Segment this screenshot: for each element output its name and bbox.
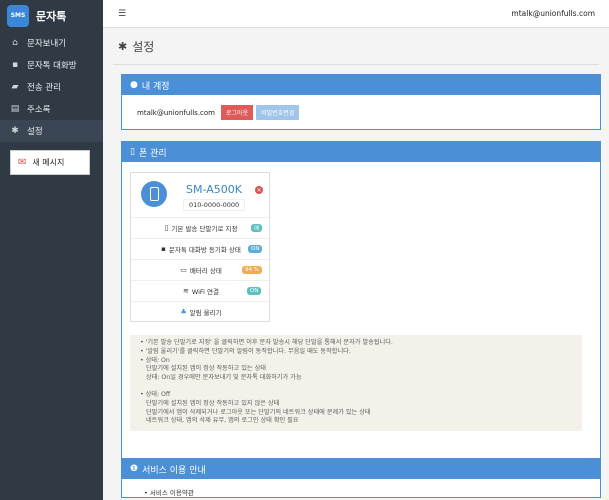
phone-notes: • '기본 발송 단말기로 지정' 을 클릭하면 이후 문자 발송시 해당 단말… <box>130 335 582 431</box>
sidebar-item-label: 전송 관리 <box>27 83 61 93</box>
gear-icon: ✱ <box>118 40 128 53</box>
account-row: mtalk@unionfulls.com 로그아웃 비밀번호변경 <box>122 95 600 120</box>
logout-button[interactable]: 로그아웃 <box>221 105 254 120</box>
sync-status-row: ▪ 문자톡 대화방 동기화 상태 ON <box>131 238 271 259</box>
sidebar-item-settings[interactable]: ✱ 설정 <box>0 120 103 142</box>
wifi-badge: ON <box>247 287 262 295</box>
menu-toggle-icon[interactable]: ☰ <box>118 9 126 19</box>
ring-alarm-label: 알림 울리기 <box>189 309 222 317</box>
chat-icon: ▪ <box>11 60 19 70</box>
note-line: 네트워크 상태, 앱의 삭제 유무, 앱의 로그인 상태 확인 필요 <box>146 417 299 425</box>
mobile-icon: ▯ <box>130 147 135 157</box>
set-default-label: 기본 발송 단말기로 지정 <box>171 225 238 233</box>
battery-row: ▭ 배터리 상태 94 % <box>131 259 271 280</box>
change-password-button[interactable]: 비밀번호변경 <box>256 105 300 120</box>
phone-card: SM-A500K ✕ 010-0000-0000 ▯ 기본 발송 단말기로 지정… <box>130 172 271 322</box>
home-icon: ⌂ <box>12 38 18 48</box>
sidebar: SMS 문자톡 ⌂ 문자보내기 ▪ 문자톡 대화방 ▰ 전송 관리 ▤ 주소록 … <box>0 0 103 500</box>
note-line: • '알림 울리기'를 클릭하면 단말기의 알림이 동작합니다. 무음일 때도 … <box>140 347 351 355</box>
page-title: ✱ 설정 <box>118 38 154 55</box>
note-line: 상태: On일 경우에만 문자보내기 및 문자톡 대화하기가 가능 <box>146 374 302 382</box>
ring-alarm-row[interactable]: ♣ 알림 울리기 <box>131 301 271 322</box>
set-default-row[interactable]: ▯ 기본 발송 단말기로 지정 예 <box>131 217 271 238</box>
note-line: 단말기에 설치된 앱이 정상 작동하고 있는 상태 <box>146 365 266 373</box>
new-message-label: 새 메시지 <box>32 157 65 167</box>
phone-panel-title: 폰 관리 <box>138 148 167 159</box>
sidebar-item-send[interactable]: ⌂ 문자보내기 <box>0 32 103 54</box>
user-icon: ● <box>130 80 138 90</box>
note-line: • 상태: Off <box>140 390 171 398</box>
logo-text: SMS <box>10 12 26 19</box>
battery-icon: ▭ <box>180 266 187 274</box>
sidebar-nav: ⌂ 문자보내기 ▪ 문자톡 대화방 ▰ 전송 관리 ▤ 주소록 ✱ 설정 <box>0 32 103 142</box>
bell-icon: ♣ <box>180 308 187 316</box>
folder-icon: ▰ <box>11 82 19 92</box>
phone-panel-header: ▯ 폰 관리 <box>122 142 600 162</box>
info-icon: ❶ <box>130 464 139 474</box>
sidebar-item-label: 문자톡 대화방 <box>27 61 77 71</box>
chat-icon: ▪ <box>161 245 166 253</box>
phone-device-icon <box>141 181 167 207</box>
sync-status-badge: ON <box>248 245 263 253</box>
service-panel-header: ❶ 서비스 이용 안내 <box>122 459 600 479</box>
phone-number: 010-0000-0000 <box>183 199 245 211</box>
address-book-icon: ▤ <box>10 104 20 114</box>
note-line: 단말기에 설치된 앱이 정상 작동하고 있지 않은 상태 <box>146 399 280 407</box>
default-status-badge: 예 <box>251 224 263 232</box>
wifi-icon: ≋ <box>182 287 189 295</box>
service-panel-title: 서비스 이용 안내 <box>142 465 206 476</box>
wifi-row: ≋ WiFi 연결 ON <box>131 280 271 301</box>
brand[interactable]: SMS 문자톡 <box>0 0 103 32</box>
account-panel-header: ● 내 계정 <box>122 75 600 95</box>
account-panel-title: 내 계정 <box>141 81 170 92</box>
battery-badge: 94 % <box>242 266 262 274</box>
service-panel: ❶ 서비스 이용 안내 • 서비스 이용약관 <box>121 458 601 498</box>
new-message-area: ✉ 새 메시지 <box>0 142 103 182</box>
sidebar-item-label: 문자보내기 <box>27 39 67 49</box>
phone-panel: ▯ 폰 관리 SM-A500K ✕ 010-0000-0000 ▯ 기본 발송 … <box>121 141 601 463</box>
gear-icon: ✱ <box>11 126 19 136</box>
sidebar-item-chatroom[interactable]: ▪ 문자톡 대화방 <box>0 54 103 76</box>
phone-model: SM-A500K <box>186 183 242 196</box>
delete-phone-icon[interactable]: ✕ <box>255 186 263 194</box>
battery-label: 배터리 상태 <box>189 267 222 275</box>
top-bar: ☰ mtalk@unionfulls.com <box>103 0 609 28</box>
sidebar-item-transfer[interactable]: ▰ 전송 관리 <box>0 76 103 98</box>
new-message-icon: ✉ <box>18 156 27 168</box>
app-name: 문자톡 <box>36 10 67 23</box>
note-line: • '기본 발송 단말기로 지정' 을 클릭하면 이후 문자 발송시 해당 단말… <box>140 339 393 346</box>
new-message-button[interactable]: ✉ 새 메시지 <box>10 149 90 175</box>
account-panel: ● 내 계정 mtalk@unionfulls.com 로그아웃 비밀번호변경 <box>121 74 601 130</box>
divider <box>113 64 599 65</box>
terms-link[interactable]: • 서비스 이용약관 <box>122 479 600 497</box>
sync-status-label: 문자톡 대화방 동기화 상태 <box>168 246 241 254</box>
account-email: mtalk@unionfulls.com <box>137 108 216 117</box>
mobile-icon: ▯ <box>164 224 169 232</box>
app-logo: SMS <box>7 5 29 27</box>
wifi-label: WiFi 연결 <box>191 288 220 296</box>
user-email[interactable]: mtalk@unionfulls.com <box>511 9 595 18</box>
main-content: ✱ 설정 ● 내 계정 mtalk@unionfulls.com 로그아웃 비밀… <box>103 28 609 500</box>
sidebar-item-label: 주소록 <box>27 105 51 115</box>
sidebar-item-label: 설정 <box>27 127 43 137</box>
sidebar-item-addressbook[interactable]: ▤ 주소록 <box>0 98 103 120</box>
page-title-text: 설정 <box>132 40 155 54</box>
